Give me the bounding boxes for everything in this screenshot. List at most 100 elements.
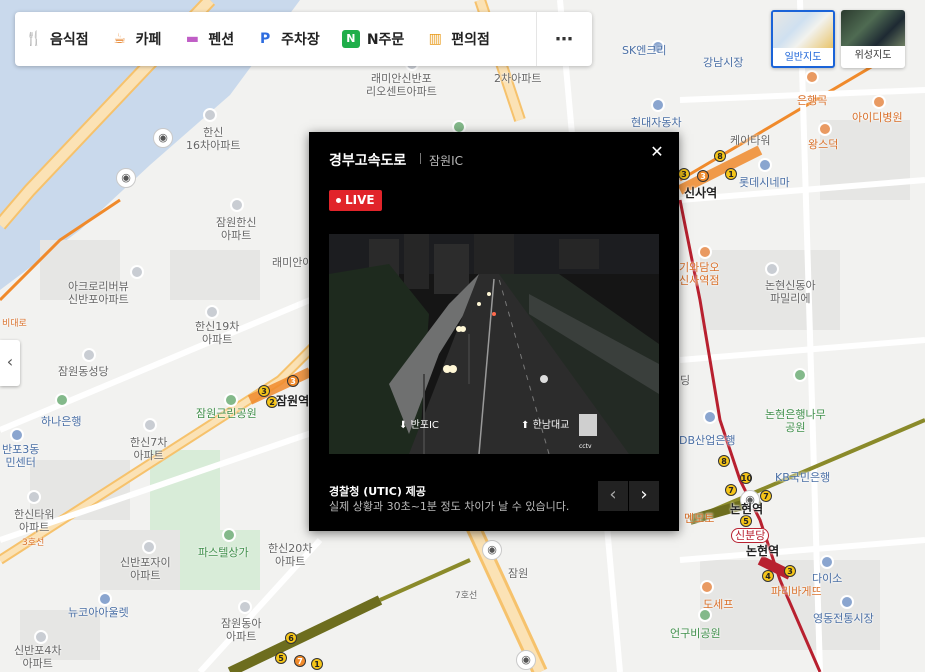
map-label: 도세프 bbox=[703, 598, 734, 611]
map-label: 한신7차 아파트 bbox=[130, 436, 168, 462]
poi-marker[interactable] bbox=[55, 393, 69, 407]
map-label: DB산업은행 bbox=[679, 434, 736, 447]
subway-line-badge: 8 bbox=[718, 455, 730, 467]
subway-line-badge: 7 bbox=[294, 655, 306, 667]
cctv-camera-icon[interactable]: ◉ bbox=[482, 540, 502, 560]
poi-marker[interactable] bbox=[700, 580, 714, 594]
map-label: 신반포4차 아파트 bbox=[14, 644, 62, 670]
poi-marker[interactable] bbox=[205, 305, 219, 319]
bed-icon: ▬ bbox=[185, 31, 200, 47]
subway-line-badge: 4 bbox=[762, 570, 774, 582]
map-label: 딩 bbox=[680, 374, 691, 387]
map-label: 잠원동성당 bbox=[58, 365, 109, 378]
direction-label-right: ⬆ 한남대교 bbox=[521, 420, 570, 431]
map-label: 은행곡 bbox=[797, 94, 828, 107]
panel-toggle-button[interactable]: ‹ bbox=[0, 340, 20, 386]
poi-marker[interactable] bbox=[758, 158, 772, 172]
subway-line-badge: 7 bbox=[725, 484, 737, 496]
subway-line-badge: 3 bbox=[697, 170, 709, 182]
category-n-order[interactable]: N N주문 bbox=[341, 12, 404, 66]
subway-line-badge: 7 bbox=[760, 490, 772, 502]
map-label: 논현은행나무 공원 bbox=[765, 408, 826, 434]
svg-text:cctv: cctv bbox=[579, 443, 592, 450]
map-label: 잠원역 bbox=[276, 394, 310, 408]
map-label: 잠원근린공원 bbox=[196, 407, 257, 420]
poi-marker[interactable] bbox=[793, 368, 807, 382]
map-label: 강남시장 bbox=[703, 56, 744, 69]
map-label: 한신 16차아파트 bbox=[186, 126, 241, 152]
poi-marker[interactable] bbox=[820, 555, 834, 569]
map-label: 파리바게뜨 bbox=[771, 585, 822, 598]
poi-marker[interactable] bbox=[805, 70, 819, 84]
next-cctv-button[interactable]: › bbox=[629, 481, 659, 511]
poi-marker[interactable] bbox=[27, 490, 41, 504]
title-divider bbox=[420, 153, 421, 164]
map-label: 래미안아 bbox=[272, 256, 313, 269]
subway-line-badge: 3 bbox=[678, 168, 690, 180]
live-badge: LIVE bbox=[329, 190, 382, 211]
map-label: 신분당 bbox=[731, 528, 770, 543]
poi-marker[interactable] bbox=[10, 428, 24, 442]
map-label: 잠원 bbox=[508, 567, 529, 580]
cctv-delay-note: 실제 상황과 30초~1분 정도 차이가 날 수 있습니다. bbox=[329, 500, 570, 513]
category-restaurant[interactable]: 🍴 음식점 bbox=[25, 12, 88, 66]
subway-line-badge: 6 bbox=[285, 632, 297, 644]
poi-marker[interactable] bbox=[130, 265, 144, 279]
poi-marker[interactable] bbox=[34, 630, 48, 644]
map-label: 신반포자이 아파트 bbox=[120, 556, 171, 582]
category-parking[interactable]: P 주차장 bbox=[256, 12, 320, 66]
close-icon[interactable]: ✕ bbox=[647, 142, 667, 162]
map-label: 왕스덕 bbox=[808, 138, 839, 151]
subway-line-badge: 5 bbox=[740, 515, 752, 527]
cctv-popup: 경부고속도로 잠원IC ✕ LIVE cctv ⬇ 반포IC ⬆ 한남대교 경찰… bbox=[309, 132, 679, 531]
live-dot-icon bbox=[336, 198, 341, 203]
category-pension[interactable]: ▬ 펜션 bbox=[183, 12, 234, 66]
category-convenience-store[interactable]: ▥ 편의점 bbox=[426, 12, 490, 66]
map-label: 한신19차 아파트 bbox=[195, 320, 240, 346]
poi-marker[interactable] bbox=[203, 108, 217, 122]
map-label: 비대로 bbox=[2, 319, 27, 329]
subway-line-badge: 5 bbox=[275, 652, 287, 664]
poi-marker[interactable] bbox=[840, 595, 854, 609]
map-label: KB국민은행 bbox=[775, 471, 831, 484]
poi-marker[interactable] bbox=[98, 592, 112, 606]
map-label: 잠원동아 아파트 bbox=[221, 617, 262, 643]
poi-marker[interactable] bbox=[818, 122, 832, 136]
map-label: 3호선 bbox=[22, 538, 45, 548]
poi-marker[interactable] bbox=[698, 245, 712, 259]
map-label: 뉴코아아울렛 bbox=[68, 606, 129, 619]
prev-cctv-button[interactable]: ‹ bbox=[598, 481, 628, 511]
map-label: 잠원한신 아파트 bbox=[216, 216, 257, 242]
poi-marker[interactable] bbox=[222, 528, 236, 542]
map-label: 래미안신반포 리오센트아파트 bbox=[366, 72, 437, 98]
map-type-satellite[interactable]: 위성지도 bbox=[841, 10, 905, 68]
more-categories-button[interactable]: ⋯ bbox=[536, 12, 592, 66]
map-label: 7호선 bbox=[455, 591, 478, 601]
poi-marker[interactable] bbox=[142, 540, 156, 554]
poi-marker[interactable] bbox=[238, 600, 252, 614]
poi-marker[interactable] bbox=[703, 410, 717, 424]
satellite-thumbnail bbox=[841, 10, 905, 46]
map-label: 신사역 bbox=[684, 186, 718, 200]
map-label: 현대자동차 bbox=[631, 116, 682, 129]
map-label: 논현신동아 파밀리에 bbox=[765, 279, 816, 305]
map-label: 다이소 bbox=[812, 572, 843, 585]
poi-marker[interactable] bbox=[872, 95, 886, 109]
map-type-normal[interactable]: 일반지도 bbox=[771, 10, 835, 68]
category-cafe[interactable]: ☕ 카페 bbox=[111, 12, 161, 66]
poi-marker[interactable] bbox=[224, 393, 238, 407]
cctv-camera-icon[interactable]: ◉ bbox=[116, 168, 136, 188]
poi-marker[interactable] bbox=[230, 198, 244, 212]
poi-marker[interactable] bbox=[82, 348, 96, 362]
cctv-video[interactable]: cctv ⬇ 반포IC ⬆ 한남대교 bbox=[329, 234, 659, 454]
poi-marker[interactable] bbox=[651, 98, 665, 112]
fork-knife-icon: 🍴 bbox=[25, 31, 43, 47]
cctv-camera-icon[interactable]: ◉ bbox=[516, 650, 536, 670]
poi-marker[interactable] bbox=[143, 418, 157, 432]
cctv-camera-icon[interactable]: ◉ bbox=[153, 128, 173, 148]
cctv-road-name: 경부고속도로 bbox=[329, 153, 407, 169]
map-label: 반포3동 민센터 bbox=[2, 443, 40, 469]
map-label: 하나은행 bbox=[41, 415, 82, 428]
map-label: SK엔크리 bbox=[622, 44, 667, 57]
poi-marker[interactable] bbox=[765, 262, 779, 276]
